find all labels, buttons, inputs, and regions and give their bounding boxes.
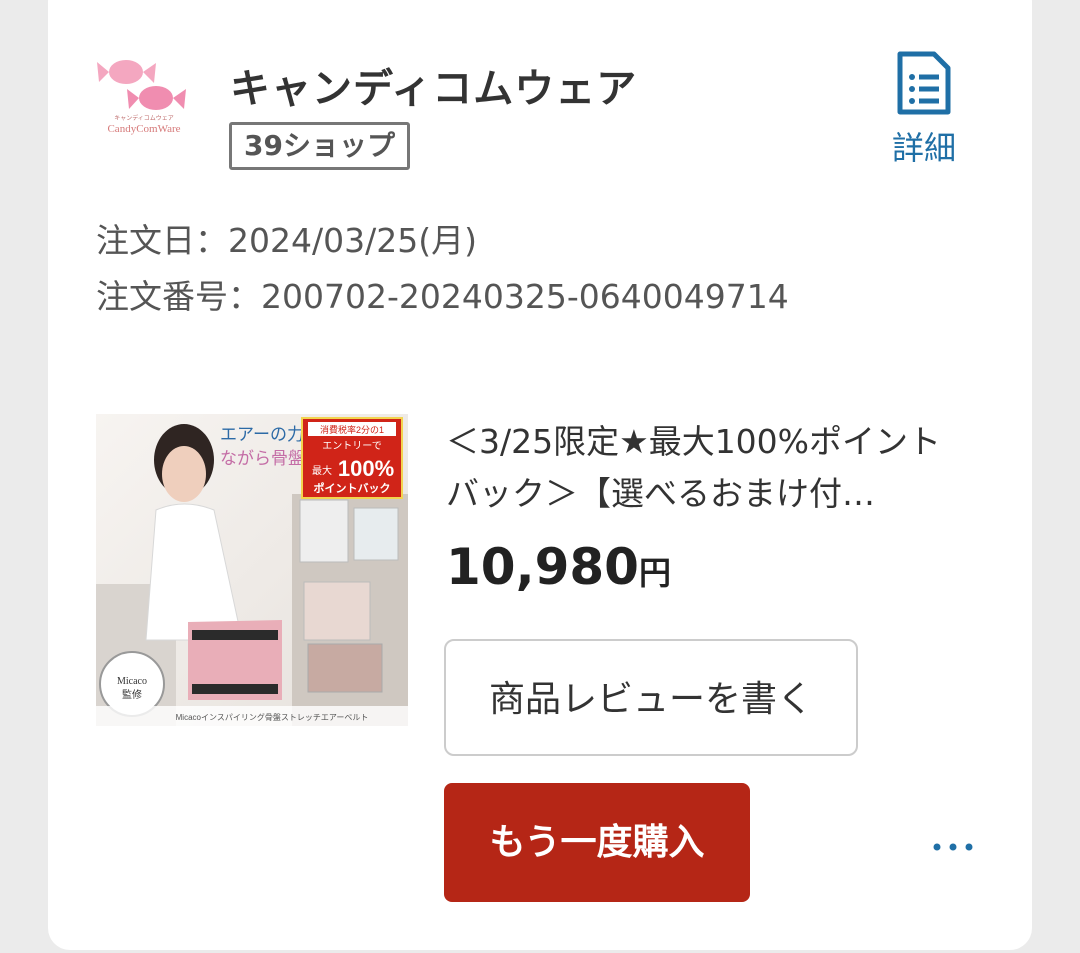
write-review-button[interactable]: 商品レビューを書く (444, 639, 858, 756)
svg-text:Micaco: Micaco (117, 676, 147, 687)
buy-again-button[interactable]: もう一度購入 (444, 783, 750, 902)
product-price: 10,980円 (446, 538, 671, 596)
svg-text:消費税率2分の1: 消費税率2分の1 (320, 424, 384, 435)
svg-text:CandyComWare: CandyComWare (107, 123, 180, 135)
order-number: 注文番号：200702-20240325-0640049714 (96, 277, 789, 316)
svg-text:エントリーで: エントリーで (322, 441, 381, 452)
order-date: 注文日：2024/03/25(月) (96, 221, 477, 260)
details-label: 詳細 (891, 129, 956, 167)
product-image[interactable]: エアーの力 ながら骨盤 消費税率2分の1 エントリーで 最大 100% ポイント… (96, 414, 408, 726)
svg-text:監修: 監修 (122, 688, 142, 701)
svg-text:ポイントバック: ポイントバック (314, 481, 391, 495)
svg-text:エアーの力: エアーの力 (220, 425, 304, 444)
details-button[interactable]: 詳細 (884, 50, 964, 172)
product-title[interactable]: ＜3/25限定★最大100%ポイントバック＞【選べるおまけ付… (446, 416, 966, 520)
candy-logo-icon (97, 60, 186, 110)
shop-badge: 39ショップ (229, 122, 410, 170)
price-amount: 10,980 (446, 538, 639, 596)
document-list-icon (897, 51, 951, 115)
svg-text:ながら骨盤: ながら骨盤 (220, 449, 305, 468)
svg-text:100%: 100% (338, 456, 394, 481)
shop-logo[interactable]: キャンディコムウェア CandyComWare (94, 54, 194, 138)
price-unit: 円 (638, 554, 671, 592)
shop-name[interactable]: キャンディコムウェア (230, 56, 637, 114)
svg-text:キャンディコムウェア: キャンディコムウェア (114, 114, 174, 122)
svg-text:Micacoインスパイリング骨盤ストレッチエアーベルト: Micacoインスパイリング骨盤ストレッチエアーベルト (176, 712, 369, 722)
svg-text:最大: 最大 (312, 464, 332, 477)
more-horizontal-icon[interactable] (928, 830, 978, 864)
